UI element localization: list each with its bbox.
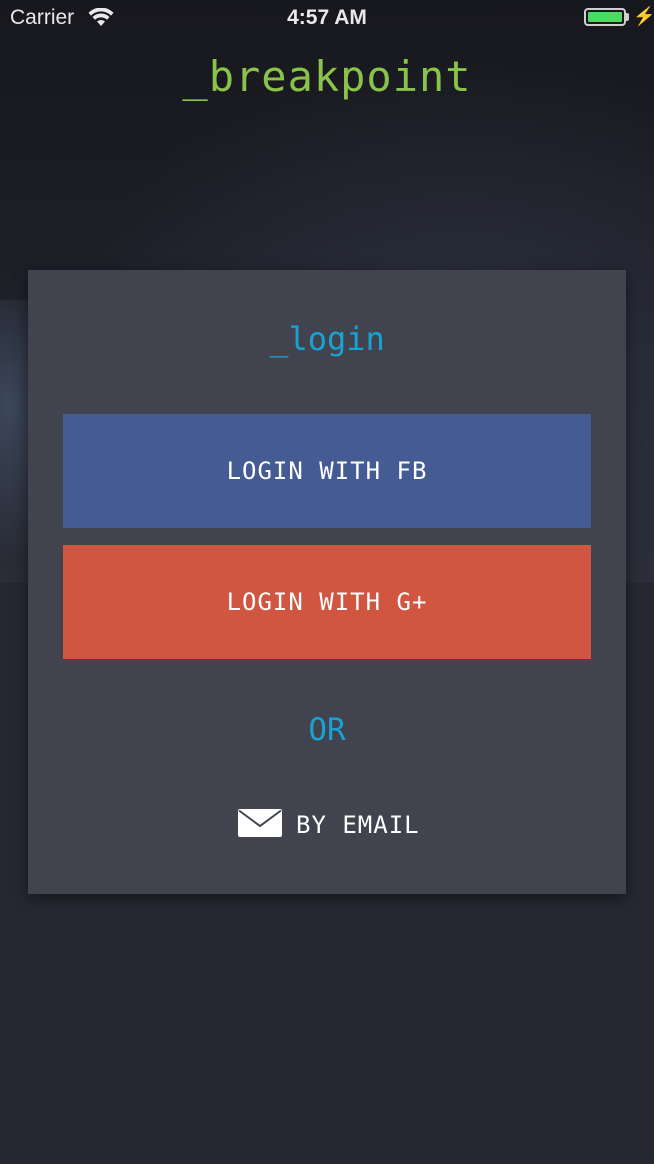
background-code-decoration — [122, 228, 132, 242]
login-google-plus-button[interactable]: LOGIN WITH G+ — [63, 545, 591, 659]
status-bar: Carrier 4:57 AM ⚡ — [0, 0, 654, 40]
login-card: _login LOGIN WITH FB LOGIN WITH G+ OR BY… — [28, 270, 626, 894]
clock-time: 4:57 AM — [287, 6, 367, 29]
background-code-decoration — [137, 162, 147, 176]
or-separator: OR — [308, 712, 346, 748]
charging-bolt-icon: ⚡ — [633, 6, 654, 26]
envelope-icon — [238, 809, 296, 841]
app-title: _breakpoint — [182, 52, 472, 101]
background-code-decoration — [157, 118, 167, 132]
background-code-decoration — [127, 206, 137, 220]
background-code-decoration — [127, 250, 137, 264]
login-facebook-button[interactable]: LOGIN WITH FB — [63, 414, 591, 528]
battery-tip — [626, 13, 629, 21]
background-code-decoration — [147, 140, 157, 154]
login-by-email-button[interactable]: BY EMAIL — [238, 808, 420, 842]
background-code-decoration — [132, 184, 142, 198]
battery-icon — [584, 8, 626, 26]
email-option-label: BY EMAIL — [296, 811, 420, 839]
login-title: _login — [269, 320, 385, 358]
